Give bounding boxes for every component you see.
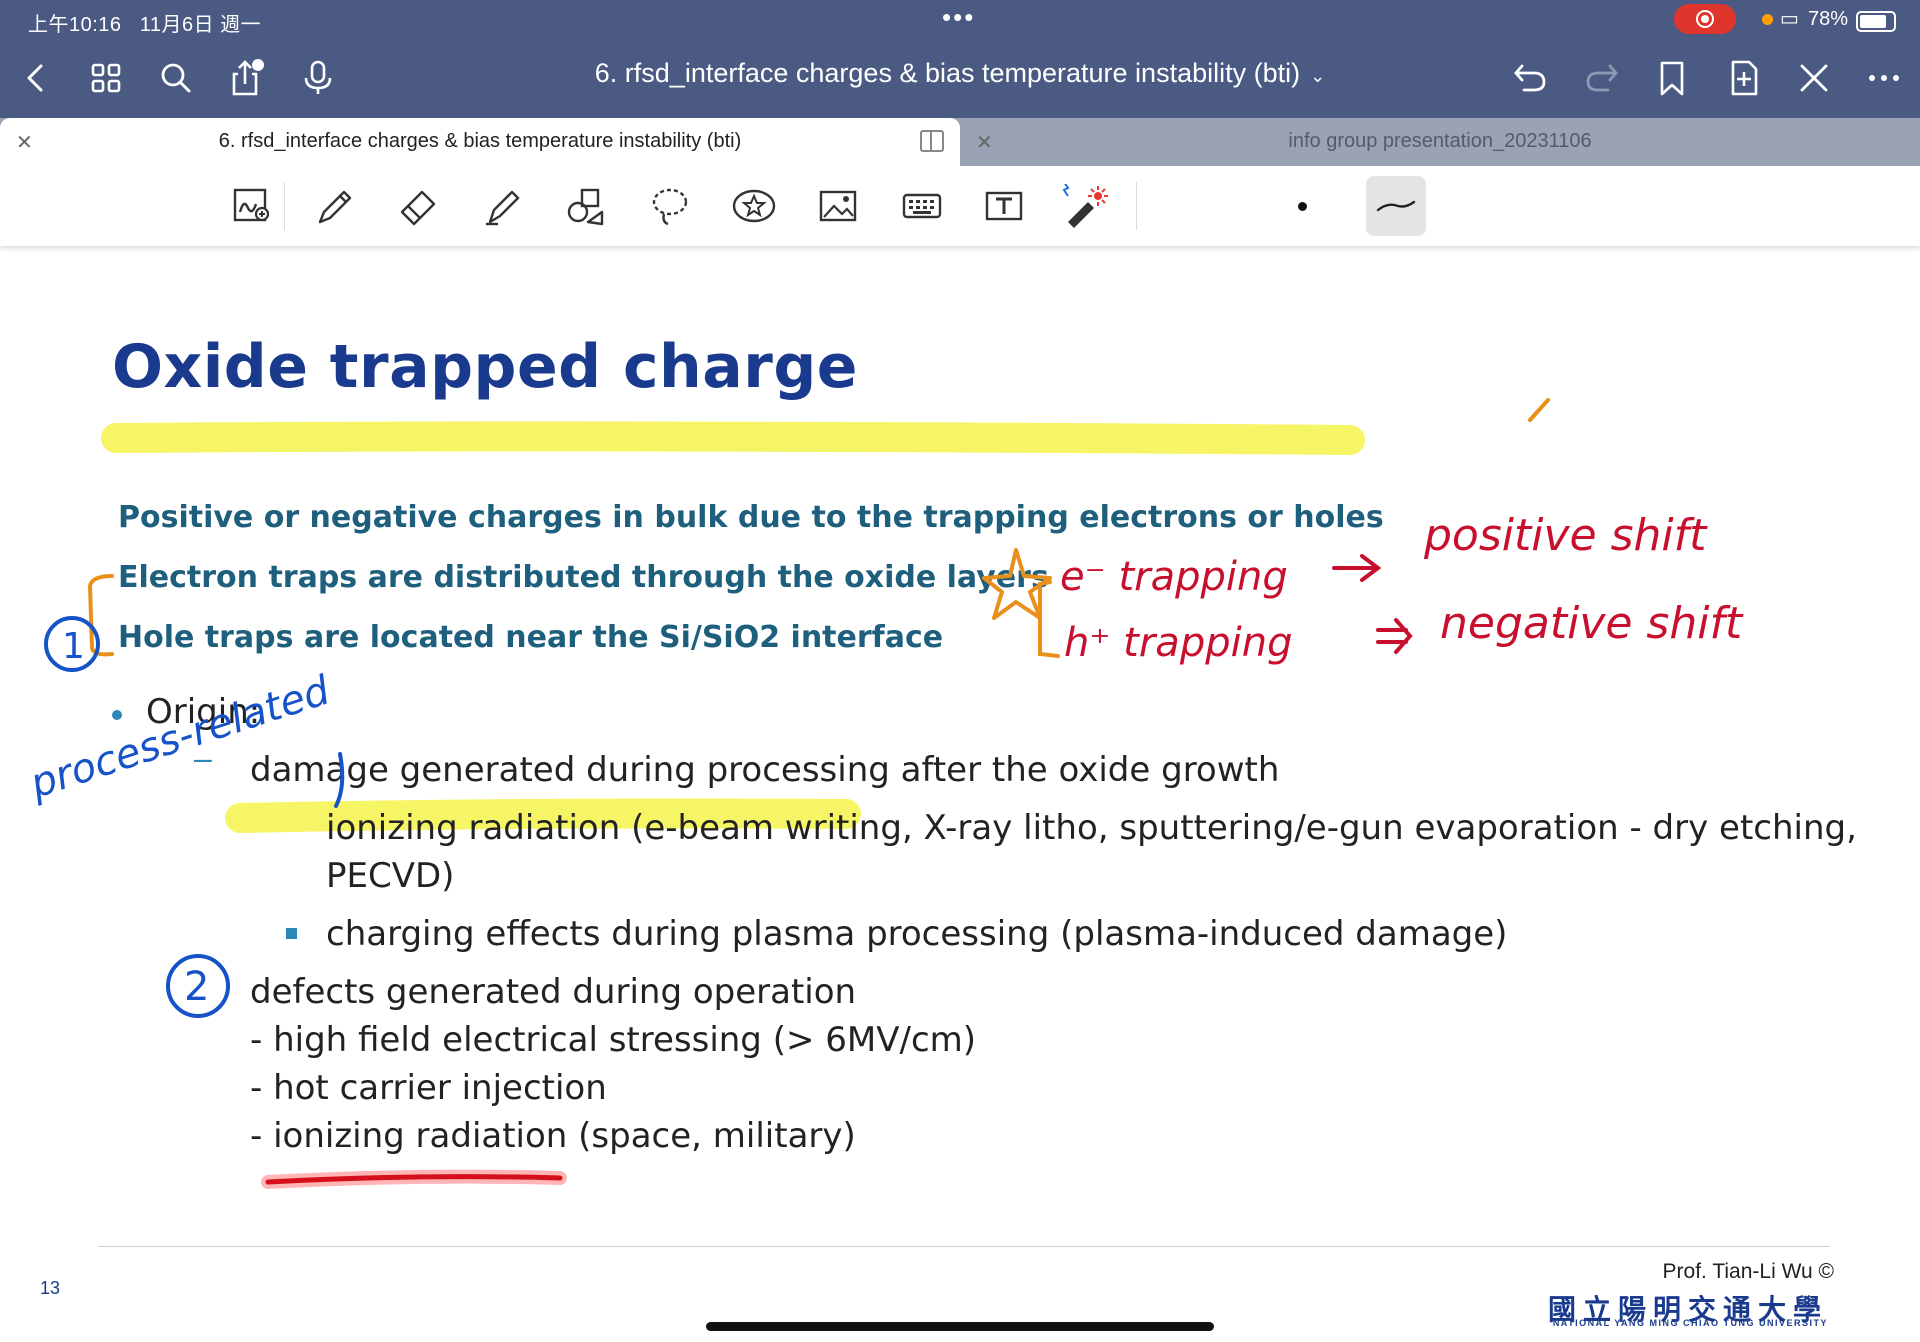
chevron-down-icon: ⌄ (1310, 66, 1326, 86)
tab-info-group-presentation[interactable]: ✕ info group presentation_20231106 (960, 118, 1920, 166)
screen-record-icon[interactable] (1674, 4, 1736, 34)
sticker-icon[interactable] (730, 184, 778, 228)
keyboard-icon[interactable] (898, 184, 946, 228)
slide-number: 13 (40, 1278, 61, 1298)
split-view-icon[interactable] (920, 130, 944, 152)
document-title: 6. rfsd_interface charges & bias tempera… (594, 58, 1301, 88)
bookmark-icon[interactable] (1650, 56, 1694, 100)
add-page-icon[interactable] (1722, 56, 1766, 100)
sub-item-charging-effects: charging effects during plasma processin… (326, 914, 1508, 954)
footer-divider (98, 1246, 1830, 1247)
more-icon[interactable] (1862, 56, 1906, 100)
top-bar: 上午10:16 11月6日 週一 ••• ▭ 78% 6. rfsd_inter… (0, 0, 1920, 118)
highlighter-icon[interactable] (478, 184, 526, 228)
battery-percent: 78% (1808, 8, 1849, 30)
status-time: 上午10:16 11月6日 週一 (28, 14, 262, 36)
slide-line-electron-traps: Electron traps are distributed through t… (118, 560, 1049, 595)
tab-active-document[interactable]: ✕ 6. rfsd_interface charges & bias tempe… (0, 118, 960, 166)
toolbar-divider (1136, 182, 1137, 230)
sub-item-pecvd: PECVD) (326, 856, 455, 896)
slide-line-hole-traps: Hole traps are located near the Si/SiO2 … (118, 620, 944, 655)
status-date: 11月6日 週一 (139, 14, 262, 36)
sub-item-ionizing-radiation: ionizing radiation (e-beam writing, X-ra… (326, 808, 1857, 848)
lasso-icon[interactable] (646, 184, 694, 228)
slide-title: Oxide trapped charge (112, 332, 858, 402)
image-icon[interactable] (814, 184, 862, 228)
lasso-zoom-icon[interactable] (228, 184, 276, 228)
document-title-dropdown[interactable]: 6. rfsd_interface charges & bias tempera… (0, 58, 1920, 89)
dash-bullet: – (194, 740, 212, 776)
home-indicator[interactable] (706, 1322, 1214, 1331)
highlighter-strokes (101, 421, 1365, 833)
redo-icon[interactable] (1580, 56, 1624, 100)
slide-line-charges: Positive or negative charges in bulk due… (118, 500, 1384, 535)
author-credit: Prof. Tian-Li Wu © (1662, 1260, 1834, 1283)
toolbar-divider (284, 182, 285, 230)
undo-icon[interactable] (1508, 56, 1552, 100)
shapes-icon[interactable] (562, 184, 610, 228)
close-toolbar-icon[interactable] (1792, 56, 1836, 100)
operation-high-field: - high field electrical stressing (> 6MV… (250, 1020, 977, 1060)
tab-label: 6. rfsd_interface charges & bias tempera… (218, 130, 742, 152)
university-logo-english: NATIONAL YANG MING CHIAO TUNG UNIVERSITY (1552, 1318, 1828, 1328)
operation-ionizing-radiation: - ionizing radiation (space, military) (250, 1116, 856, 1156)
battery-icon (1856, 11, 1896, 32)
tab-label: info group presentation_20231106 (1288, 130, 1592, 152)
square-bullet (286, 928, 297, 939)
slide-page[interactable]: Oxide trapped charge Positive or negativ… (0, 246, 1920, 1342)
status-bar: 上午10:16 11月6日 週一 ••• ▭ 78% (0, 0, 1920, 38)
origin-item-operation: defects generated during operation (250, 972, 857, 1012)
pen-icon[interactable] (310, 184, 358, 228)
tab-bar: ✕ 6. rfsd_interface charges & bias tempe… (0, 118, 1920, 166)
eraser-icon[interactable] (394, 184, 442, 228)
pen-stroke-style-selected[interactable] (1366, 176, 1426, 236)
screen-mirroring-icon: ▭ (1780, 8, 1799, 30)
mic-in-use-indicator (1762, 14, 1773, 25)
text-box-icon[interactable] (980, 184, 1028, 228)
pen-size-dot[interactable] (1298, 202, 1307, 211)
multitask-dots-icon[interactable]: ••• (942, 2, 975, 33)
bullet (112, 710, 122, 720)
annotation-toolbar (0, 166, 1920, 246)
operation-hot-carrier: - hot carrier injection (250, 1068, 607, 1108)
origin-label: Origin: (146, 692, 261, 732)
laser-pointer-icon[interactable] (1060, 181, 1108, 228)
origin-item-processing: damage generated during processing after… (250, 750, 1280, 790)
